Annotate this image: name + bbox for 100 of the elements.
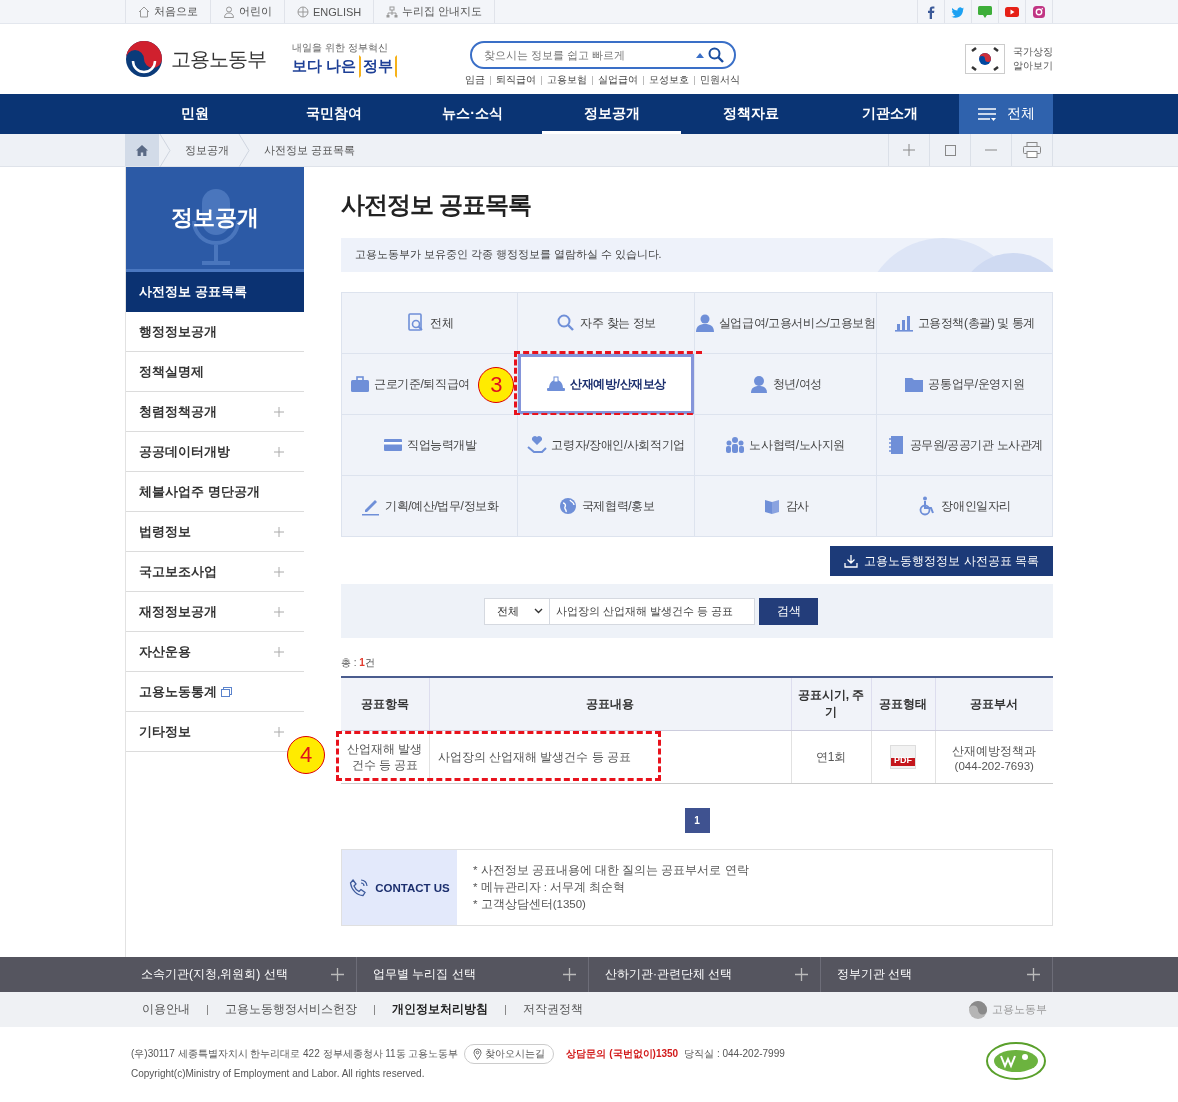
camera-icon[interactable]: [1025, 0, 1053, 23]
category-tile[interactable]: 전체: [406, 313, 454, 333]
sidebar-item[interactable]: 행정정보공개: [126, 312, 304, 352]
home-button[interactable]: [125, 134, 159, 166]
group-icon: [725, 435, 746, 455]
quick-link[interactable]: 실업급여: [598, 73, 638, 87]
category-tile[interactable]: 감사: [761, 496, 809, 516]
utility-link[interactable]: 처음으로: [125, 0, 210, 23]
flag-icon[interactable]: [965, 44, 1005, 74]
utility-link[interactable]: 누리집 안내지도: [373, 0, 496, 23]
table-cell: 산재예방정책과 (044-202-7693): [935, 730, 1053, 784]
contact-line: * 고객상담센터(1350): [473, 897, 587, 912]
nav-tab[interactable]: 정책자료: [681, 94, 820, 134]
quick-link[interactable]: 모성보호: [649, 73, 689, 87]
sidebar-item[interactable]: 재정정보공개: [126, 592, 304, 632]
category-tile[interactable]: 직업능력개발: [382, 435, 477, 455]
chevron-down-icon: [534, 608, 543, 614]
column-header: 공표형태: [871, 677, 935, 731]
emblem-icon: [125, 40, 163, 78]
duty-phone-text: 당직실 : 044-202-7999: [684, 1046, 785, 1061]
chevron-icon: [238, 133, 250, 167]
national-symbols-link[interactable]: 국가상징: [1013, 45, 1053, 59]
utility-link[interactable]: 어린이: [210, 0, 284, 23]
footer-link[interactable]: 저작권정책: [523, 1001, 583, 1018]
footer-link[interactable]: 고용노동행정서비스헌장: [225, 1001, 357, 1018]
nav-tab[interactable]: 기관소개: [820, 94, 959, 134]
emblem-icon: [968, 999, 988, 1020]
globe-icon: [557, 496, 578, 516]
national-symbols-link[interactable]: 알아보기: [1013, 59, 1053, 73]
nav-tab[interactable]: 국민참여: [264, 94, 403, 134]
scope-select[interactable]: 전체: [484, 597, 550, 625]
print-button[interactable]: [1011, 134, 1053, 166]
bar-chart-icon: [893, 313, 914, 333]
home-icon: [136, 144, 148, 156]
category-tile[interactable]: 근로기준/퇴직급여: [350, 374, 470, 394]
quick-link[interactable]: 퇴직급여: [496, 73, 536, 87]
sidebar-item[interactable]: 청렴정책공개: [126, 392, 304, 432]
sidebar-item[interactable]: 국고보조사업: [126, 552, 304, 592]
search-field[interactable]: 찾으시는 정보를 쉽고 빠르게: [469, 41, 736, 69]
plus-icon: [795, 968, 808, 981]
contact-line: * 메뉴관리자 : 서무계 최순혁: [473, 880, 627, 895]
heart-hand-icon: [527, 435, 548, 455]
category-tile[interactable]: 장애인일자리: [917, 496, 1012, 516]
column-header: 공표항목: [341, 677, 429, 731]
person-icon: [694, 313, 715, 333]
nav-tab[interactable]: 민원: [125, 94, 264, 134]
copyright-text: Copyright(c)Ministry of Employment and Labor. All rights reserved.: [131, 1067, 426, 1079]
sidebar-item[interactable]: 체불사업주 명단공개: [126, 472, 304, 512]
utility-link[interactable]: ENGLISH: [284, 0, 374, 23]
sidebar-item[interactable]: 자산운용: [126, 632, 304, 672]
hotline-text: 상담문의 (국번없이)1350: [566, 1046, 679, 1061]
total-count: 총 : 1건: [341, 656, 376, 670]
square-icon: [944, 144, 956, 156]
download-icon: [844, 554, 859, 568]
breadcrumb-link[interactable]: 정보공개: [185, 142, 230, 158]
printer-icon: [1023, 142, 1041, 158]
column-header: 공표시기, 주기: [791, 677, 871, 731]
search-button[interactable]: 검색: [759, 597, 818, 625]
sidebar-item[interactable]: 고용노동통계: [126, 672, 304, 712]
contact-line: * 사전정보 공표내용에 대한 질의는 공표부서로 연락: [473, 863, 749, 878]
ministry-name: 고용노동부: [171, 46, 266, 72]
page-title: 사전정보 공표목록: [341, 190, 532, 220]
footer-link[interactable]: 이용안내: [142, 1001, 190, 1018]
contact-header: CONTACT US: [342, 850, 457, 925]
column-header: 공표내용: [429, 677, 791, 731]
footer-link[interactable]: 개인정보처리방침: [392, 1001, 488, 1018]
address-text: (우)30117 세종특별자치시 한누리대로 422 정부세종청사 11동 고용노동부: [131, 1046, 459, 1061]
plus-icon: [331, 968, 344, 981]
sidebar-item[interactable]: 공공데이터개방: [126, 432, 304, 472]
sidebar-item[interactable]: 정책실명제: [126, 352, 304, 392]
sidebar-item[interactable]: 법령정보: [126, 512, 304, 552]
category-tile[interactable]: 국제협력/홍보: [557, 496, 655, 516]
quick-link[interactable]: 민원서식: [700, 73, 740, 87]
page-button[interactable]: 1: [684, 808, 710, 833]
accessibility-mark-icon: [985, 1041, 1047, 1081]
sidebar-title: 정보공개: [171, 204, 259, 232]
file-icon[interactable]: PDF: [890, 745, 916, 769]
annotation-marker: 4: [287, 736, 325, 774]
caret-icon[interactable]: [695, 52, 704, 58]
category-tile[interactable]: 자주 찾는 정보: [556, 313, 656, 333]
download-button[interactable]: 고용노동행정정보 사전공표 목록: [830, 546, 1053, 576]
category-tile[interactable]: 산재예방/산재보상: [518, 354, 694, 414]
all-menu-button[interactable]: 전체: [959, 94, 1053, 134]
chevron-icon: [159, 133, 171, 167]
sidebar-item[interactable]: 사전정보 공표목록: [126, 272, 304, 312]
search-icon[interactable]: [707, 47, 724, 63]
plus-icon: [1027, 968, 1040, 981]
plus-icon: [563, 968, 576, 981]
home-icon: [138, 5, 150, 18]
category-tile[interactable]: 청년/여성: [748, 374, 822, 394]
quick-link[interactable]: 임금: [465, 73, 485, 87]
person-icon: [223, 5, 235, 18]
slogan-text: 보다 나은: [292, 56, 357, 76]
breadcrumb-link[interactable]: 사전정보 공표목록: [264, 142, 356, 158]
search-input[interactable]: 사업장의 산업재해 발생건수 등 공표: [550, 597, 755, 625]
helmet-icon: [546, 374, 567, 394]
plus-icon: [903, 144, 915, 156]
quick-link[interactable]: 고용보험: [547, 73, 587, 87]
pin-icon: [473, 1047, 483, 1060]
nav-tab[interactable]: 뉴스·소식: [403, 94, 542, 134]
